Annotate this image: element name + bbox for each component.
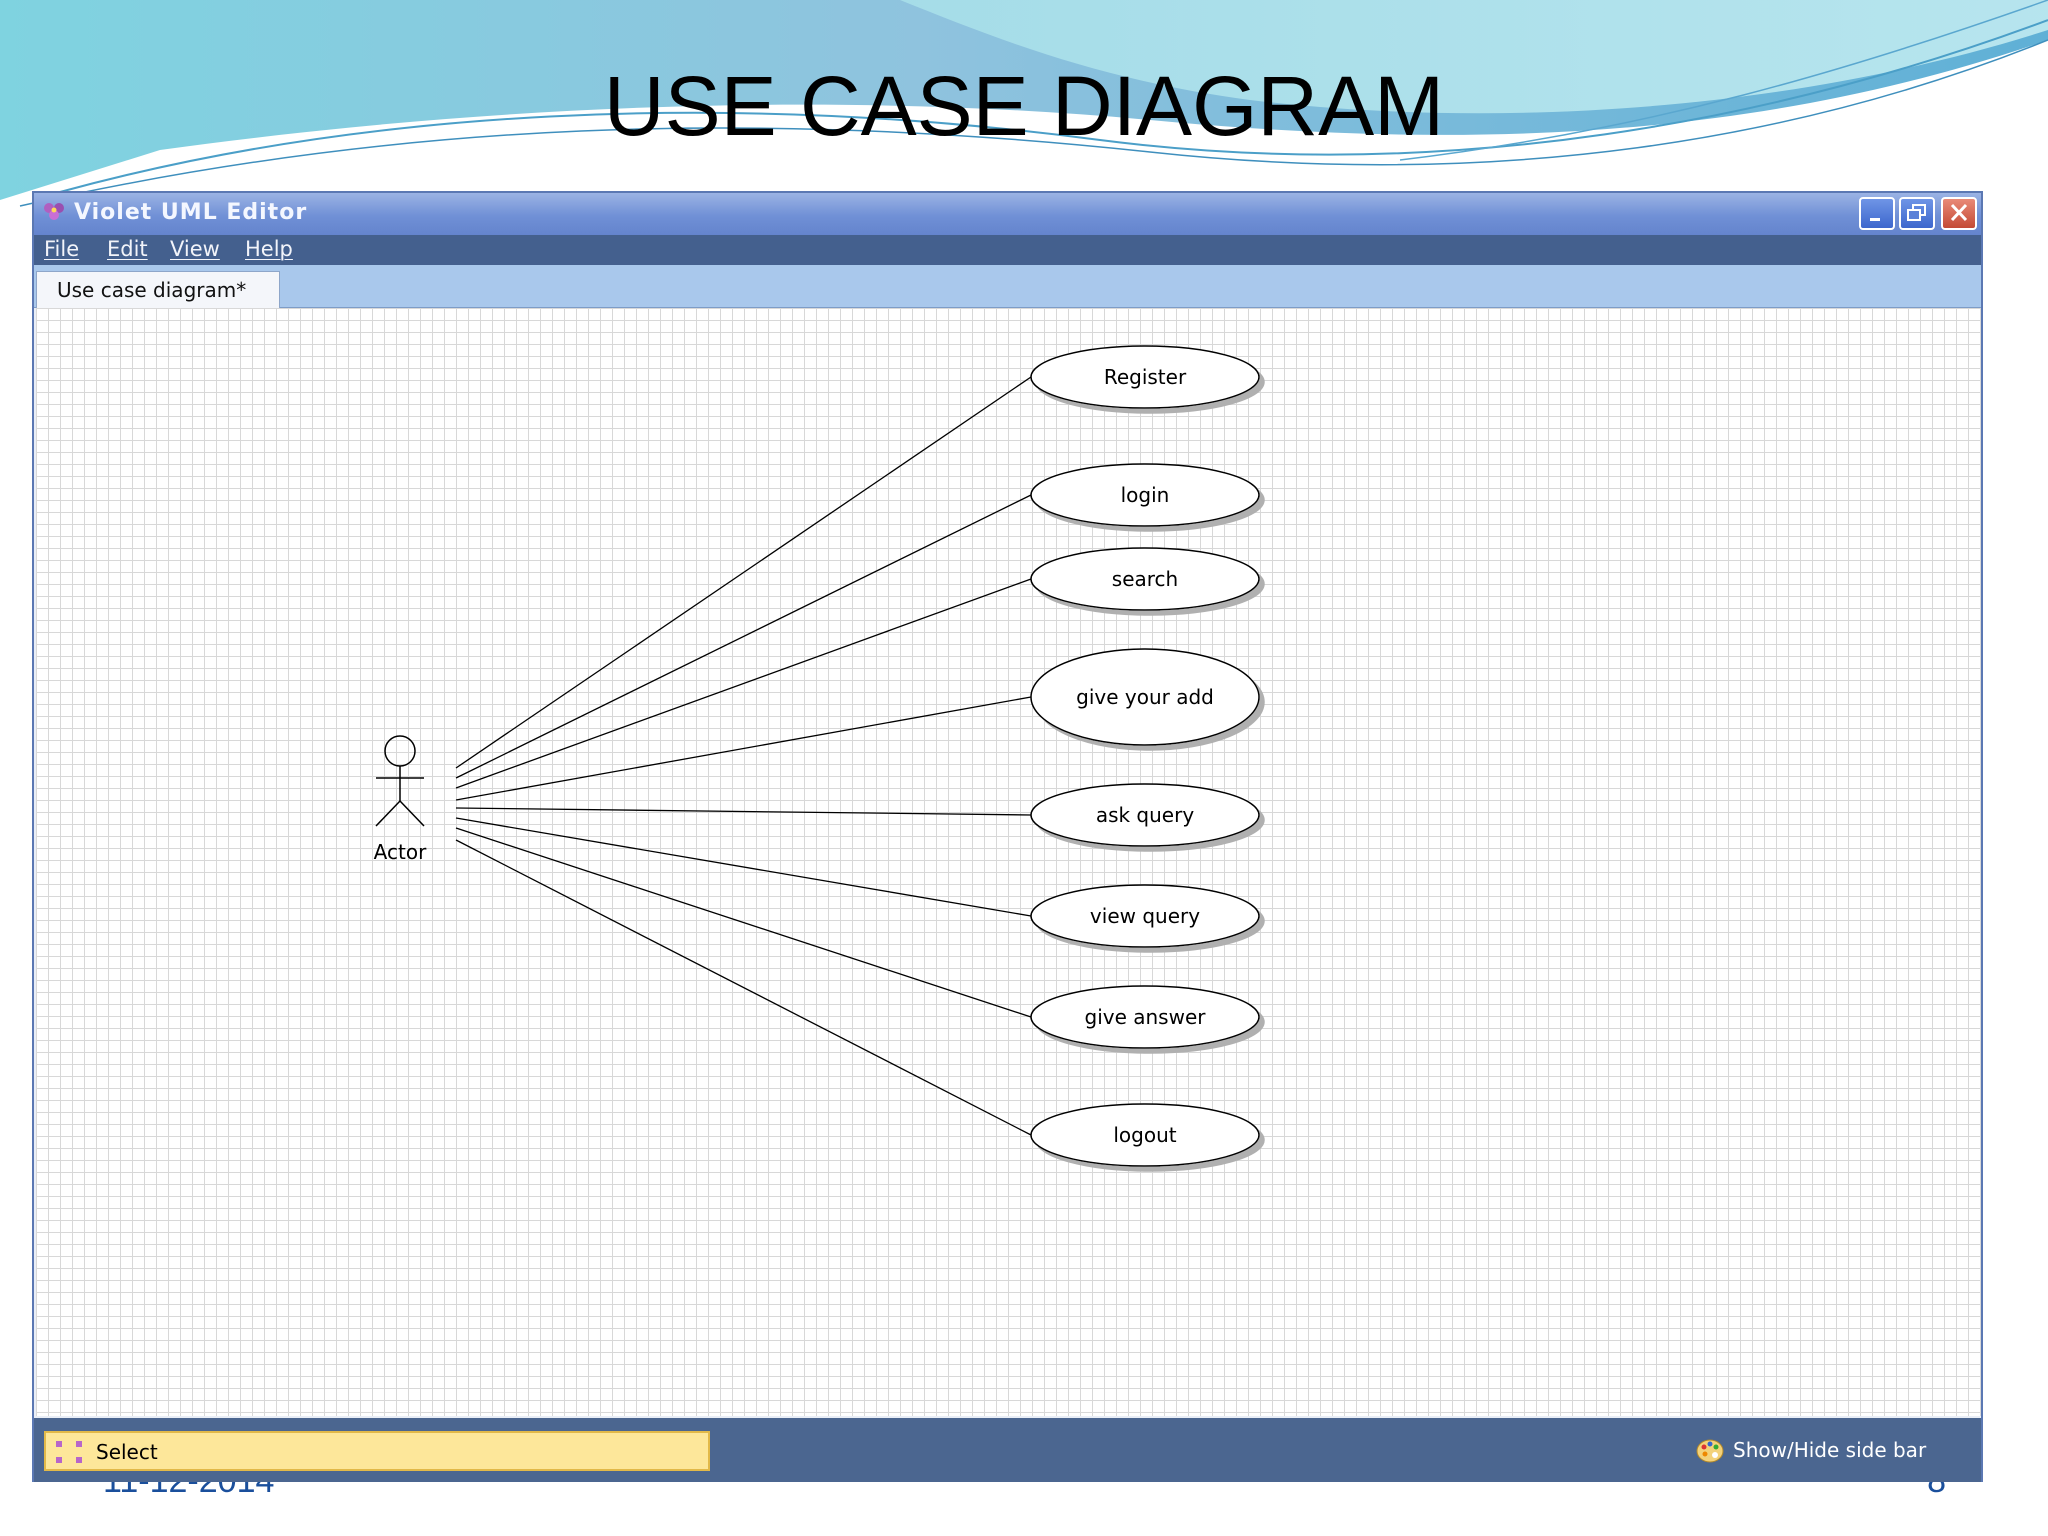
menu-edit[interactable]: Edit [107,237,148,261]
use-case-label: give your add [1076,685,1214,709]
association-line-search[interactable] [455,578,1032,789]
palette-icon [1696,1439,1724,1463]
restore-button[interactable] [1899,197,1935,230]
menu-bar: File Edit View Help [34,235,1981,265]
minimize-icon [1870,218,1880,221]
association-line-login[interactable] [455,494,1032,779]
menu-help[interactable]: Help [245,237,293,261]
window-titlebar[interactable]: Violet UML Editor [34,193,1981,235]
association-line-logout[interactable] [455,839,1032,1136]
tab-use-case-diagram[interactable]: Use case diagram* [36,271,280,308]
slide-title: USE CASE DIAGRAM [603,59,1445,153]
associations [455,376,1032,1136]
use-case-ask-query[interactable]: ask query [1030,783,1260,847]
association-line-give-your-add[interactable] [455,696,1032,801]
restore-icon [1907,204,1926,221]
use-case-label: logout [1113,1123,1176,1147]
tool-bar-bottom: Select Show/Hide side bar [34,1418,1981,1482]
use-case-label: login [1121,483,1170,507]
select-tool-label: Select [96,1440,158,1464]
association-line-ask-query[interactable] [455,807,1032,816]
use-case-label: Register [1104,365,1187,389]
use-case-give-your-add[interactable]: give your add [1030,648,1260,746]
select-tool-button[interactable]: Select [44,1431,710,1471]
association-line-give-answer[interactable] [455,827,1032,1018]
use-case-search[interactable]: search [1030,547,1260,611]
diagram-canvas[interactable]: Actor Register login search give your ad… [36,308,1981,1416]
use-case-give-answer[interactable]: give answer [1030,985,1260,1049]
use-case-register[interactable]: Register [1030,345,1260,409]
violet-flower-icon [44,203,64,220]
show-hide-sidebar-label: Show/Hide side bar [1733,1438,1927,1462]
use-case-login[interactable]: login [1030,463,1260,527]
menu-file[interactable]: File [44,237,79,261]
actor-stick-figure-icon [375,735,425,827]
close-button[interactable] [1941,197,1977,230]
close-icon [1950,203,1968,222]
select-grid-icon [56,1441,82,1463]
use-case-label: search [1112,567,1178,591]
actor[interactable]: Actor [374,735,427,864]
menu-view[interactable]: View [170,237,220,261]
use-case-label: view query [1090,904,1200,928]
use-case-label: ask query [1096,803,1195,827]
actor-label: Actor [374,840,427,864]
association-line-register[interactable] [455,376,1032,769]
use-case-label: give answer [1085,1005,1207,1029]
minimize-button[interactable] [1859,197,1895,230]
use-case-logout[interactable]: logout [1030,1103,1260,1167]
tab-bar: Use case diagram* [34,265,1981,308]
violet-uml-editor-window: Violet UML Editor File Edit View Help Us… [32,191,1983,1482]
window-title: Violet UML Editor [74,200,308,225]
association-line-view-query[interactable] [455,817,1032,917]
use-case-view-query[interactable]: view query [1030,884,1260,948]
use-case-diagram[interactable]: Actor Register login search give your ad… [36,308,1981,1416]
show-hide-sidebar-button[interactable]: Show/Hide side bar [1695,1431,1945,1471]
